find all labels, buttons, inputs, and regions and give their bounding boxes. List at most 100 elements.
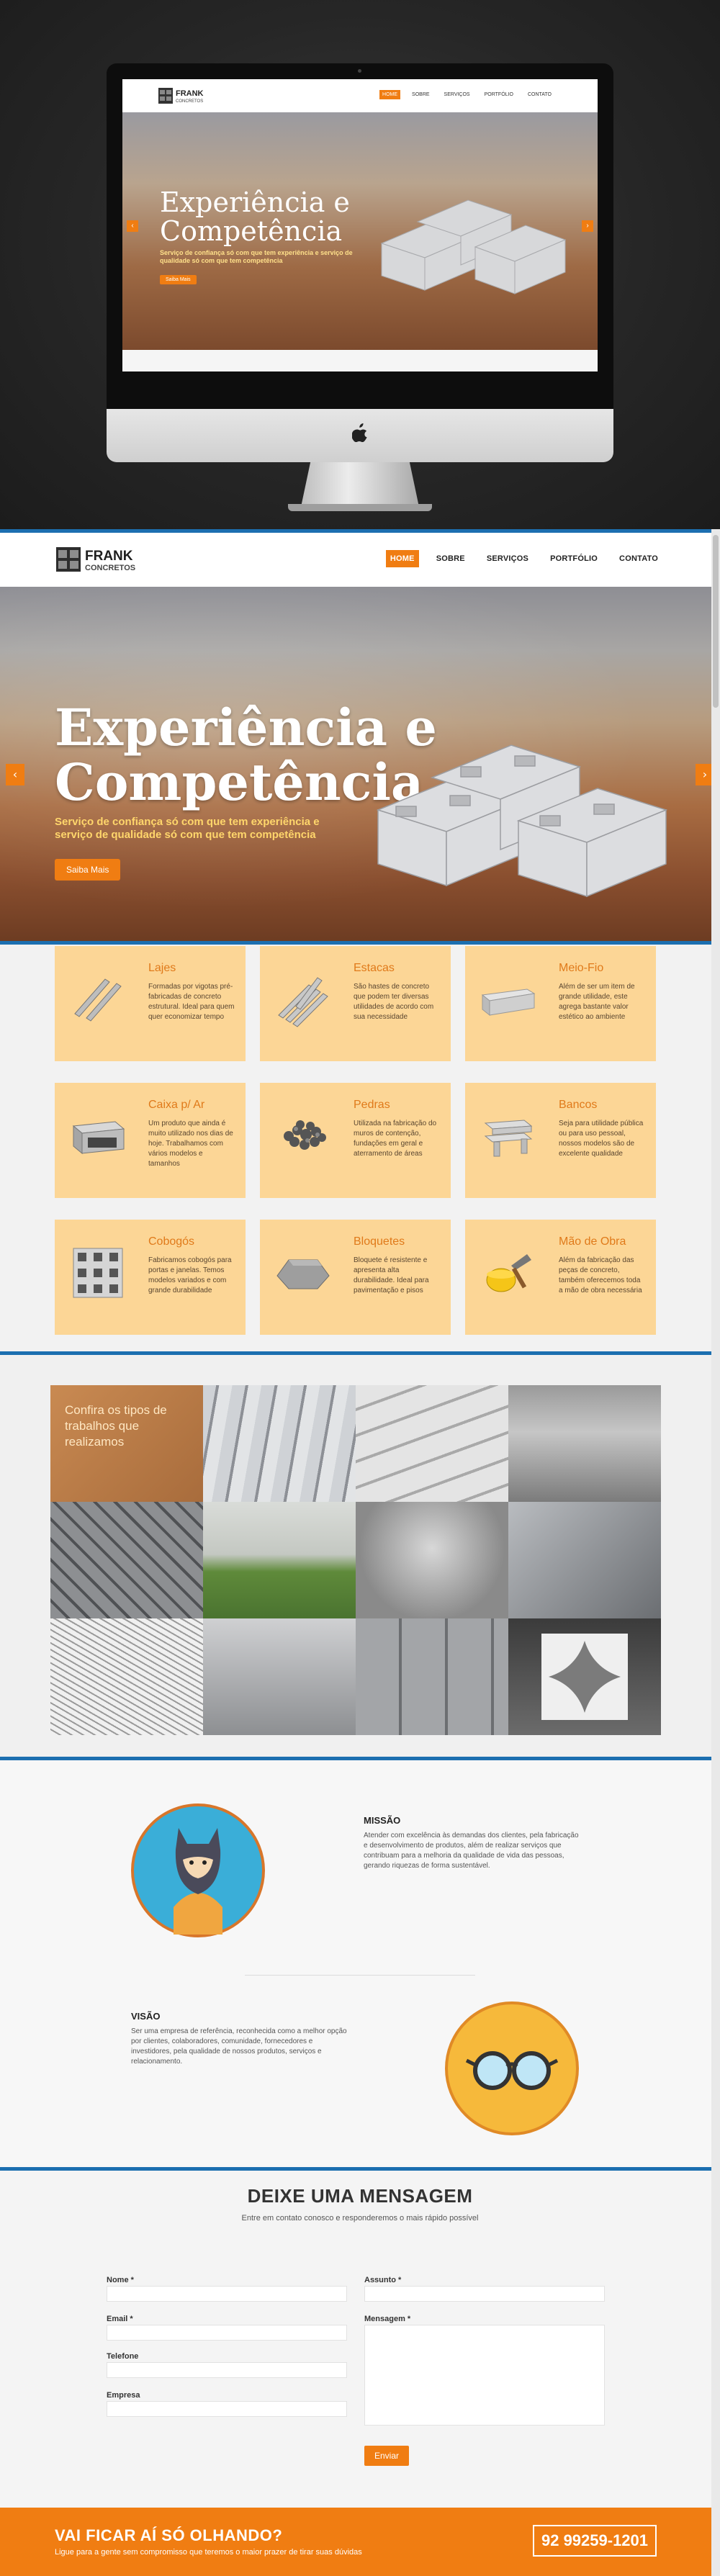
portfolio-tile[interactable] <box>508 1502 661 1618</box>
card-title: Cobogós <box>148 1235 195 1248</box>
product-card-mao-de-obra[interactable]: Mão de Obra Além da fabricação das peças… <box>465 1220 656 1335</box>
mini-menu: HOME SOBRE SERVIÇOS PORTFÓLIO CONTATO <box>379 90 554 99</box>
mini-menu-contato: CONTATO <box>527 92 552 97</box>
product-card-pedras[interactable]: Pedras Utilizada na fabricação do muros … <box>260 1083 451 1198</box>
logo-name: FRANK <box>85 549 133 564</box>
camera-dot <box>358 69 361 73</box>
card-description: Utilizada na fabricação do muros de cont… <box>354 1120 437 1158</box>
card-description: Um produto que ainda é muito utilizado n… <box>148 1120 233 1168</box>
portfolio-tile[interactable]: Confira os tipos de trabalhos que realiz… <box>50 1385 203 1502</box>
portfolio-tile[interactable] <box>508 1385 661 1502</box>
hero-mask-icon <box>131 1803 265 1937</box>
glasses-icon <box>445 2001 579 2135</box>
company-field[interactable] <box>107 2401 347 2417</box>
slab-icon <box>74 978 122 1022</box>
product-card-bloquetes[interactable]: Bloquetes Bloquete é resistente e aprese… <box>260 1220 451 1335</box>
imac-display: FRANK CONCRETOS HOME SOBRE SERVIÇOS PORT… <box>107 63 613 409</box>
card-description: Formadas por vigotas pré-fabricadas de c… <box>148 983 235 1021</box>
site-logo[interactable]: FRANK CONCRETOS <box>56 544 157 575</box>
message-textarea[interactable] <box>364 2325 605 2426</box>
send-button[interactable]: Enviar <box>364 2446 409 2466</box>
mini-logo: FRANK CONCRETOS <box>158 88 204 104</box>
hero-subtitle: Serviço de confiança só com que tem expe… <box>55 816 320 841</box>
phone-field[interactable] <box>107 2362 347 2378</box>
card-title: Mão de Obra <box>559 1235 626 1248</box>
portfolio-tile[interactable] <box>356 1385 508 1502</box>
scrollbar[interactable] <box>711 529 720 2576</box>
bench-icon <box>484 1120 533 1157</box>
phone-label: Telefone <box>107 2352 139 2361</box>
company-label: Empresa <box>107 2391 140 2400</box>
portfolio-section: Confira os tipos de trabalhos que realiz… <box>0 1351 720 1757</box>
workforce-icon <box>486 1254 531 1292</box>
vision-text: Ser uma empresa de referência, reconheci… <box>131 2027 347 2066</box>
mini-menu-servicos: SERVIÇOS <box>444 92 470 97</box>
mini-hero-title: Experiência e Competência <box>160 186 350 247</box>
product-card-bancos[interactable]: Bancos Seja para utilidade pública ou pa… <box>465 1083 656 1198</box>
mini-prev-arrow: ‹ <box>127 220 138 232</box>
menu-item-sobre[interactable]: SOBRE <box>432 550 469 567</box>
scrollbar-thumb[interactable] <box>713 535 719 708</box>
subject-field[interactable] <box>364 2286 605 2302</box>
product-card-cobogos[interactable]: Cobogós Fabricamos cobogós para portas e… <box>55 1220 246 1335</box>
about-section: MISSÃO Atender com excelência às demanda… <box>0 1757 720 2167</box>
portfolio-tile[interactable] <box>50 1502 203 1618</box>
portfolio-tile[interactable] <box>356 1618 508 1735</box>
portfolio-caption: Confira os tipos de trabalhos que realiz… <box>65 1403 167 1449</box>
mini-concrete-blocks <box>380 199 567 294</box>
mini-menu-portfolio: PORTFÓLIO <box>484 92 513 97</box>
phone-number-button[interactable]: 92 99259-1201 <box>533 2525 657 2557</box>
portfolio-tile[interactable] <box>203 1385 356 1502</box>
stones-icon <box>284 1120 326 1150</box>
email-label: Email * <box>107 2315 133 2323</box>
product-card-estacas[interactable]: Estacas São hastes de concreto que podem… <box>260 946 451 1061</box>
email-field[interactable] <box>107 2325 347 2341</box>
product-card-meio-fio[interactable]: Meio-Fio Além de ser um item de grande u… <box>465 946 656 1061</box>
imac-chin <box>107 409 613 462</box>
message-label: Mensagem * <box>364 2315 411 2323</box>
card-title: Pedras <box>354 1099 390 1111</box>
mini-logo-tagline: CONCRETOS <box>176 99 203 104</box>
stakes-icon <box>278 977 328 1027</box>
imac-stand-foot <box>288 504 432 511</box>
card-title: Meio-Fio <box>559 962 604 974</box>
ac-box-icon <box>72 1121 125 1155</box>
name-field[interactable] <box>107 2286 347 2302</box>
portfolio-tile[interactable] <box>203 1618 356 1735</box>
cta-subtitle: Ligue para a gente sem compromisso que t… <box>55 2548 362 2557</box>
card-title: Bloquetes <box>354 1235 405 1248</box>
card-description: Fabricamos cobogós para portas e janelas… <box>148 1256 232 1294</box>
card-title: Bancos <box>559 1099 598 1111</box>
paver-icon <box>276 1259 330 1289</box>
subject-label: Assunto * <box>364 2276 402 2284</box>
portfolio-tile[interactable] <box>356 1502 508 1618</box>
card-description: Além da fabricação das peças de concreto… <box>559 1256 642 1294</box>
portfolio-grid: Confira os tipos de trabalhos que realiz… <box>50 1385 661 1735</box>
portfolio-tile[interactable] <box>203 1502 356 1618</box>
card-title: Caixa p/ Ar <box>148 1099 205 1111</box>
menu-item-home[interactable]: HOME <box>385 550 419 567</box>
card-title: Estacas <box>354 962 395 974</box>
mission-text: Atender com excelência às demandas dos c… <box>364 1832 579 1870</box>
apple-logo-icon <box>352 423 367 442</box>
portfolio-tile[interactable] <box>508 1618 661 1735</box>
contact-subtitle: Entre em contato conosco e responderemos… <box>241 2214 479 2223</box>
cobogo-piece-image <box>541 1634 628 1720</box>
hero-concrete-blocks-image <box>376 744 668 898</box>
mini-hero-button: Saiba Mais <box>160 275 197 284</box>
hero-more-button[interactable]: Saiba Mais <box>55 859 121 881</box>
imac-mockup-section: FRANK CONCRETOS HOME SOBRE SERVIÇOS PORT… <box>0 0 720 529</box>
curb-icon <box>481 988 536 1017</box>
product-card-caixa-ar[interactable]: Caixa p/ Ar Um produto que ainda é muito… <box>55 1083 246 1198</box>
name-label: Nome * <box>107 2276 134 2284</box>
mini-hero: Experiência e Competência Serviço de conf… <box>122 112 598 350</box>
hero-slider: Experiência e Competência Serviço de conf… <box>0 587 720 941</box>
main-menu: HOME SOBRE SERVIÇOS PORTFÓLIO CONTATO <box>385 550 662 567</box>
product-card-lajes[interactable]: Lajes Formadas por vigotas pré-fabricada… <box>55 946 246 1061</box>
menu-item-servicos[interactable]: SERVIÇOS <box>482 550 533 567</box>
menu-item-portfolio[interactable]: PORTFÓLIO <box>546 550 602 567</box>
portfolio-tile[interactable] <box>50 1618 203 1735</box>
mini-navbar: FRANK CONCRETOS HOME SOBRE SERVIÇOS PORT… <box>122 79 598 112</box>
chevron-left-icon[interactable]: ‹ <box>6 764 24 785</box>
menu-item-contato[interactable]: CONTATO <box>615 550 662 567</box>
